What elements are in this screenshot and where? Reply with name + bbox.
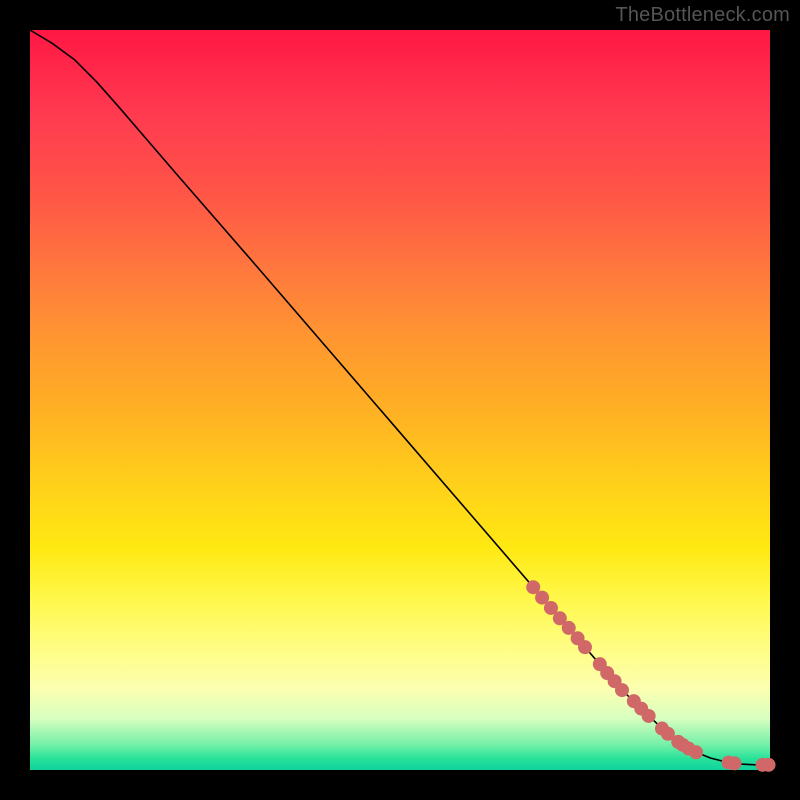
chart-frame: TheBottleneck.com <box>0 0 800 800</box>
chart-svg <box>30 30 770 770</box>
data-marker <box>615 683 629 697</box>
curve-line <box>30 30 770 765</box>
data-marker <box>642 709 656 723</box>
plot-gradient-area <box>30 30 770 770</box>
data-marker <box>762 758 776 772</box>
marker-group <box>526 580 775 772</box>
watermark-text: TheBottleneck.com <box>615 4 790 27</box>
data-marker <box>578 640 592 654</box>
data-marker <box>727 756 741 770</box>
data-marker <box>689 745 703 759</box>
